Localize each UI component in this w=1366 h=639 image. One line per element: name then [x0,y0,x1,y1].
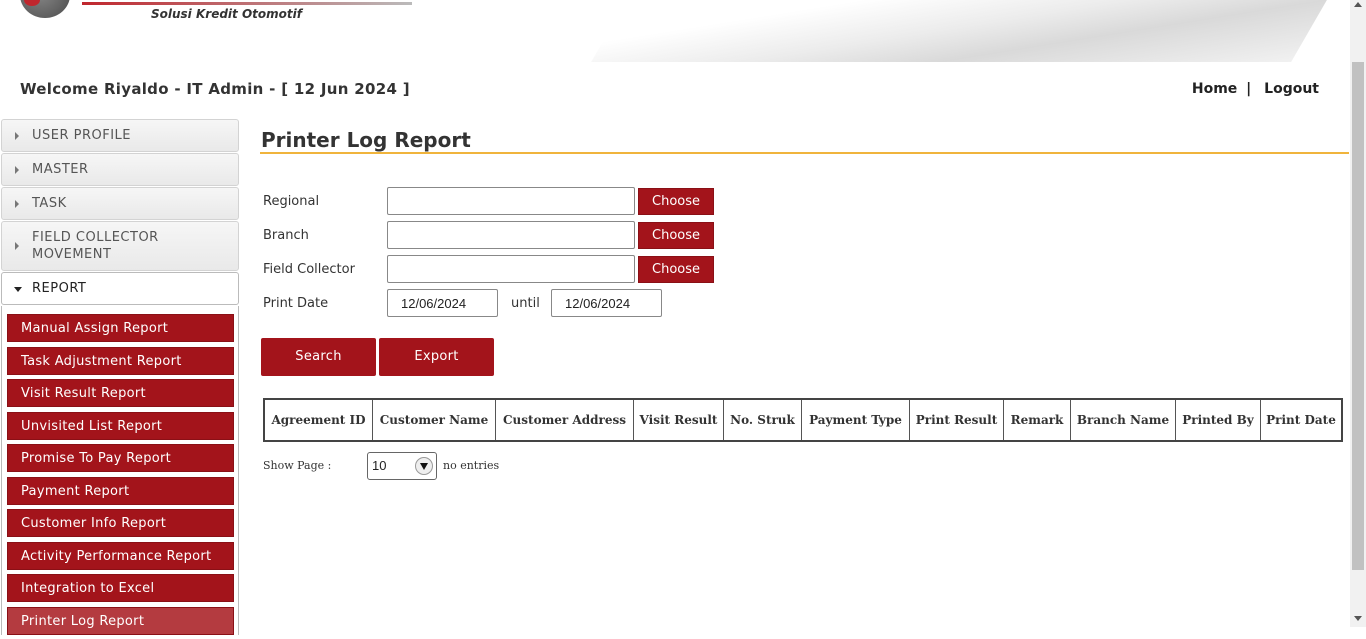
scroll-down-icon[interactable] [1354,616,1362,621]
sidebar-section-label: TASK [32,196,67,211]
sidebar-section-field-collector-movement[interactable]: FIELD COLLECTOR MOVEMENT [1,221,239,271]
choose-branch-button[interactable]: Choose [638,222,714,249]
sidebar-item-activity-performance-report[interactable]: Activity Performance Report [7,541,234,570]
sidebar-section-user-profile[interactable]: USER PROFILE [1,119,239,152]
logo-underline [82,2,412,5]
entries-info: no entries [443,459,500,472]
company-tagline: Solusi Kredit Otomotif [151,7,302,21]
sidebar-section-report[interactable]: REPORT [1,272,239,305]
sidebar-item-customer-info-report[interactable]: Customer Info Report [7,509,234,537]
branch-label: Branch [263,228,309,243]
page-size-value: 10 [372,458,387,473]
column-header[interactable]: Print Date [1260,398,1343,442]
header-swoosh-graphic [586,0,1350,62]
sidebar-item-unvisited-list-report[interactable]: Unvisited List Report [7,411,234,440]
sidebar: USER PROFILE MASTER TASK FIELD COLLECTOR… [1,119,239,639]
top-navigation: Home | Logout [1192,81,1319,97]
sidebar-item-integration-to-excel[interactable]: Integration to Excel [7,574,234,602]
welcome-message: Welcome Riyaldo - IT Admin - [ 12 Jun 20… [20,80,410,98]
column-header[interactable]: Printed By [1175,398,1261,442]
sidebar-item-task-adjustment-report[interactable]: Task Adjustment Report [7,346,234,375]
scrollbar-thumb[interactable] [1352,62,1364,570]
search-button[interactable]: Search [261,338,376,376]
sidebar-item-visit-result-report[interactable]: Visit Result Report [7,379,234,407]
column-header[interactable]: Branch Name [1070,398,1176,442]
column-header[interactable]: Customer Name [372,398,496,442]
branch-input[interactable] [387,221,635,249]
column-header[interactable]: Visit Result [633,398,724,442]
until-label: until [511,296,540,311]
printer-log-table: Agreement ID Customer Name Customer Addr… [263,398,1343,442]
export-button[interactable]: Export [379,338,494,376]
column-header[interactable]: Agreement ID [263,398,373,442]
column-header[interactable]: No. Struk [723,398,802,442]
print-date-to-input[interactable]: 12/06/2024 [551,289,662,317]
print-date-label: Print Date [263,296,329,311]
sidebar-section-task[interactable]: TASK [1,187,239,220]
caret-right-icon [15,199,19,208]
dropdown-arrow-icon [415,457,433,475]
sidebar-section-label: FIELD COLLECTOR MOVEMENT [32,230,159,262]
title-divider [260,152,1349,154]
home-link[interactable]: Home [1192,81,1237,97]
sidebar-item-promise-to-pay-report[interactable]: Promise To Pay Report [7,444,234,472]
sidebar-item-payment-report[interactable]: Payment Report [7,476,234,505]
sidebar-item-printer-log-report[interactable]: Printer Log Report [7,606,234,635]
caret-right-icon [15,131,19,140]
print-date-from-input[interactable]: 12/06/2024 [387,289,498,317]
sidebar-item-manual-assign-report[interactable]: Manual Assign Report [7,314,234,342]
nav-separator: | [1246,81,1252,97]
sidebar-section-label: MASTER [32,162,89,177]
caret-right-icon [15,165,19,174]
sidebar-section-label: USER PROFILE [32,128,132,143]
sidebar-section-master[interactable]: MASTER [1,153,239,186]
regional-input[interactable] [387,187,635,215]
choose-regional-button[interactable]: Choose [638,188,714,215]
sidebar-section-label: REPORT [32,281,87,296]
scroll-up-icon[interactable] [1354,2,1362,7]
report-submenu: Manual Assign Report Task Adjustment Rep… [1,306,239,635]
column-header[interactable]: Remark [1003,398,1071,442]
column-header[interactable]: Print Result [909,398,1004,442]
show-page-label: Show Page : [263,459,332,472]
header-banner: Solusi Kredit Otomotif [0,0,1350,62]
logout-link[interactable]: Logout [1264,81,1319,97]
column-header[interactable]: Customer Address [495,398,634,442]
regional-label: Regional [263,194,320,209]
page-title: Printer Log Report [261,128,471,152]
caret-down-icon [14,286,22,292]
field-collector-input[interactable] [387,255,635,283]
choose-field-collector-button[interactable]: Choose [638,256,714,283]
field-collector-label: Field Collector [263,262,355,277]
column-header[interactable]: Payment Type [801,398,910,442]
table-header-row: Agreement ID Customer Name Customer Addr… [263,398,1343,442]
page-size-select[interactable]: 10 [367,452,437,480]
vertical-scrollbar[interactable] [1350,0,1366,627]
caret-right-icon [15,242,19,250]
